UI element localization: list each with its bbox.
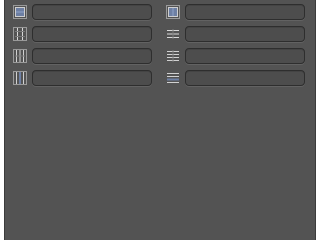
settings-panel [4,0,316,240]
left-column [10,4,160,92]
row-guides-icon[interactable] [165,70,181,86]
frame-border-alt-field[interactable] [185,4,305,20]
field-row [10,4,160,20]
field-row [163,48,313,64]
field-row [10,48,160,64]
row-grid-icon[interactable] [165,48,181,64]
column-guides-field[interactable] [32,70,152,86]
frame-border-field[interactable] [32,4,152,20]
row-dividers-field[interactable] [185,26,305,42]
right-column [163,4,313,92]
row-guides-field[interactable] [185,70,305,86]
field-row [163,26,313,42]
frame-border-icon[interactable] [12,4,28,20]
row-dividers-icon[interactable] [165,26,181,42]
field-row [10,26,160,42]
row-grid-field[interactable] [185,48,305,64]
field-row [10,70,160,86]
field-row [163,4,313,20]
column-dividers-icon[interactable] [12,26,28,42]
column-grid-icon[interactable] [12,48,28,64]
field-row [163,70,313,86]
frame-border-alt-icon[interactable] [165,4,181,20]
column-grid-field[interactable] [32,48,152,64]
column-guides-icon[interactable] [12,70,28,86]
column-dividers-field[interactable] [32,26,152,42]
